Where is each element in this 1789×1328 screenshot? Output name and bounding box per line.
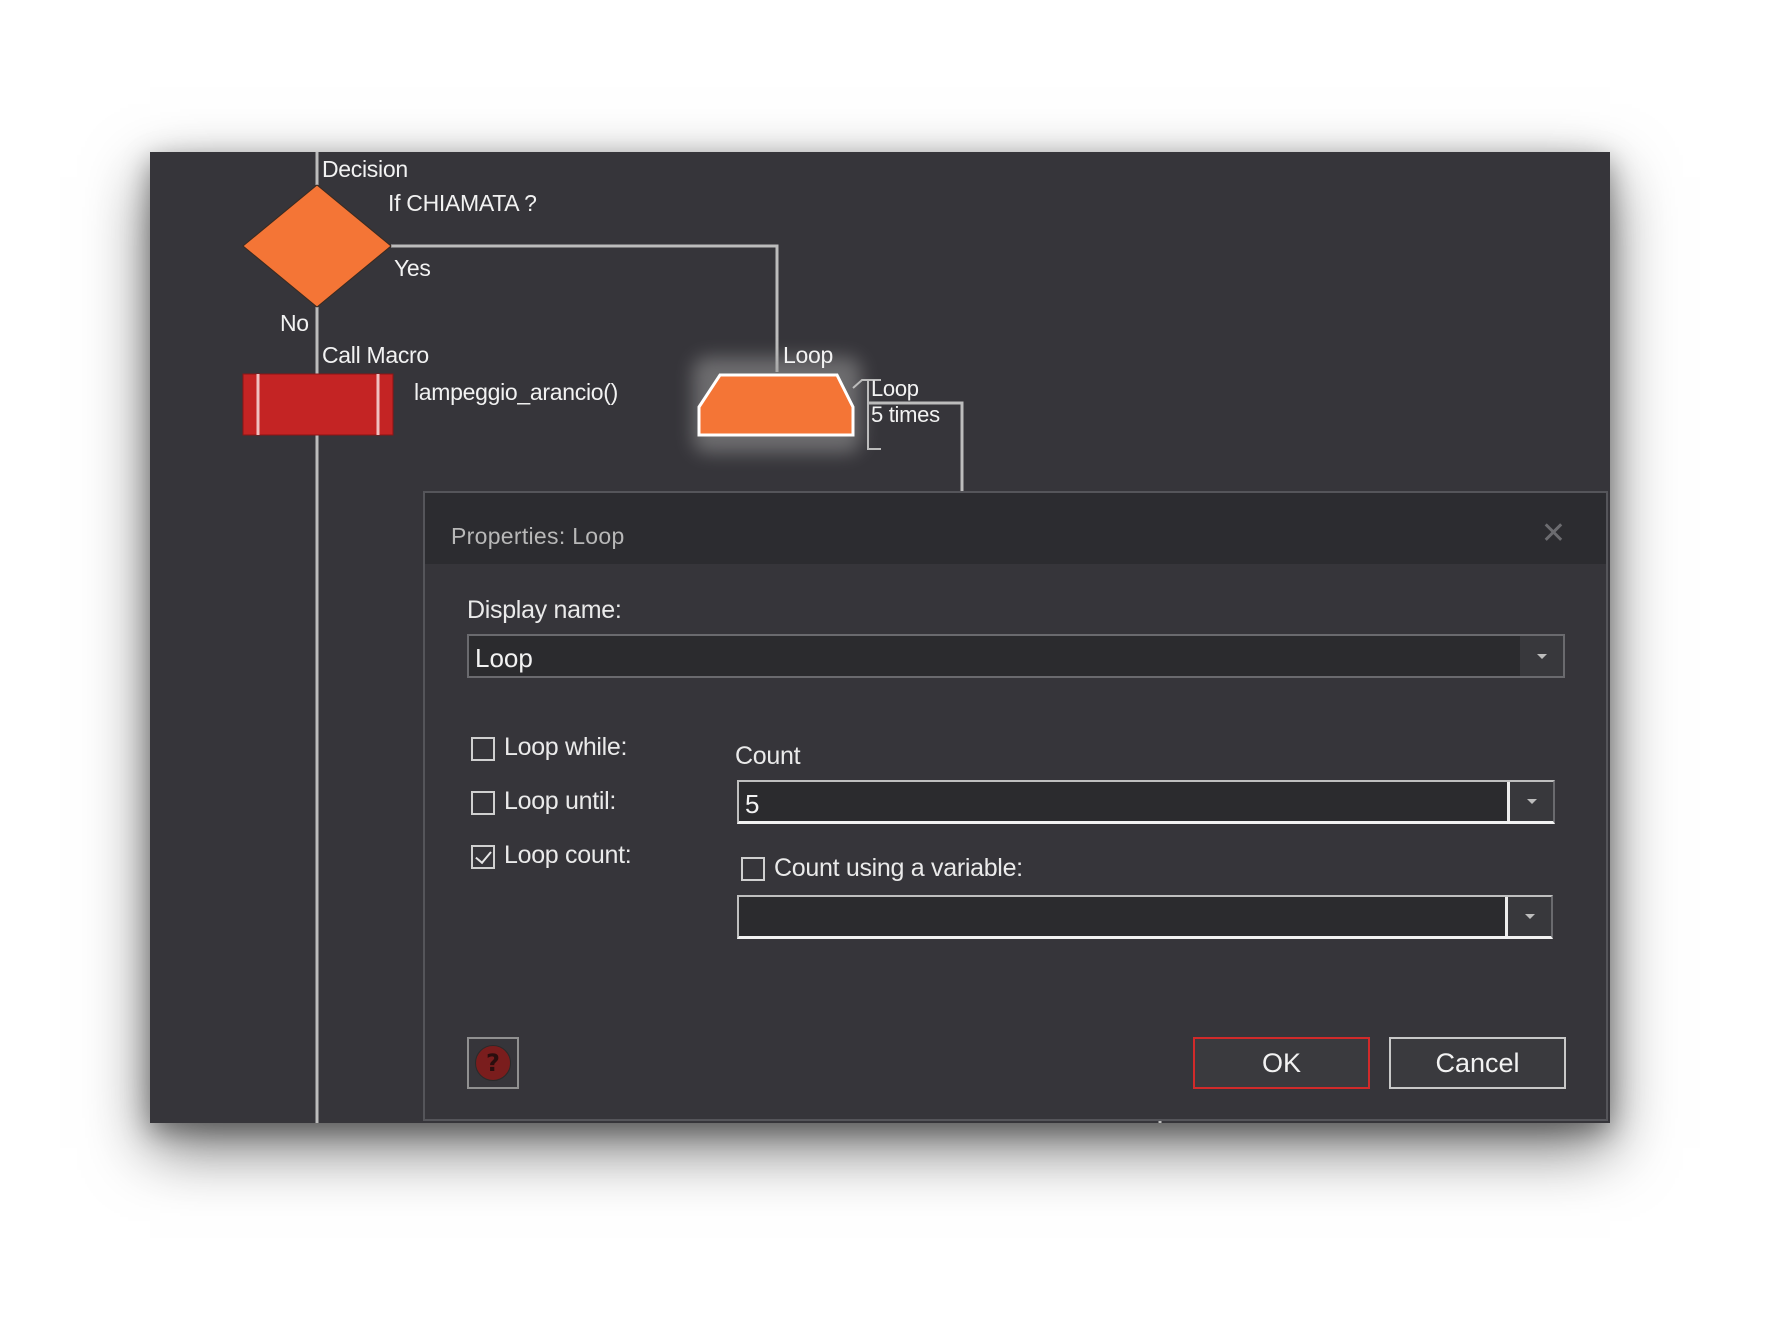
loop-while-checkbox[interactable]	[471, 737, 495, 761]
loop-while-label: Loop while:	[504, 733, 628, 761]
decision-diamond[interactable]	[242, 184, 392, 308]
dialog-titlebar[interactable]: Properties: Loop ✕	[425, 493, 1606, 564]
loop-side-label: Loop	[871, 376, 919, 401]
variable-combo[interactable]	[737, 895, 1553, 939]
decision-no-label: No	[280, 310, 309, 336]
display-name-dropdown-button[interactable]	[1520, 636, 1563, 676]
decision-yes-label: Yes	[394, 255, 431, 281]
checkmark-icon	[475, 846, 492, 865]
call-macro-type-label: Call Macro	[322, 342, 429, 368]
cancel-button[interactable]: Cancel	[1389, 1037, 1566, 1089]
help-button[interactable]: ?	[467, 1037, 519, 1089]
loop-block[interactable]	[697, 373, 855, 437]
count-label: Count	[735, 742, 801, 770]
count-using-variable-label: Count using a variable:	[774, 854, 1023, 882]
count-combo[interactable]: 5	[737, 780, 1555, 824]
loop-type-label: Loop	[783, 342, 833, 368]
help-icon: ?	[475, 1045, 511, 1081]
display-name-value: Loop	[475, 643, 533, 673]
flow-line-yes-branch	[391, 244, 779, 372]
count-using-variable-checkbox[interactable]	[741, 857, 765, 881]
variable-dropdown-button[interactable]	[1508, 897, 1551, 936]
chevron-down-icon	[1526, 799, 1537, 804]
decision-type-label: Decision	[322, 156, 408, 182]
dialog-title: Properties: Loop	[451, 523, 625, 549]
loop-until-label: Loop until:	[504, 787, 617, 815]
close-icon[interactable]: ✕	[1541, 519, 1566, 549]
count-dropdown-button[interactable]	[1510, 782, 1553, 821]
display-name-label: Display name:	[467, 596, 622, 624]
loop-count-checkbox[interactable]	[471, 845, 495, 869]
call-macro-name-label: lampeggio_arancio()	[414, 379, 618, 405]
loop-count-option-label: Loop count:	[504, 841, 632, 869]
loop-count-label: 5 times	[871, 402, 940, 427]
count-value: 5	[745, 789, 760, 819]
chevron-down-icon	[1524, 914, 1535, 919]
display-name-combo[interactable]: Loop	[467, 634, 1565, 678]
decision-condition-label: If CHIAMATA ?	[388, 190, 537, 216]
ok-button[interactable]: OK	[1193, 1037, 1370, 1089]
chevron-down-icon	[1536, 653, 1547, 659]
loop-until-checkbox[interactable]	[471, 791, 495, 815]
call-macro-block[interactable]	[242, 373, 394, 436]
properties-dialog: Properties: Loop ✕ Display name: Loop Lo…	[423, 491, 1608, 1121]
